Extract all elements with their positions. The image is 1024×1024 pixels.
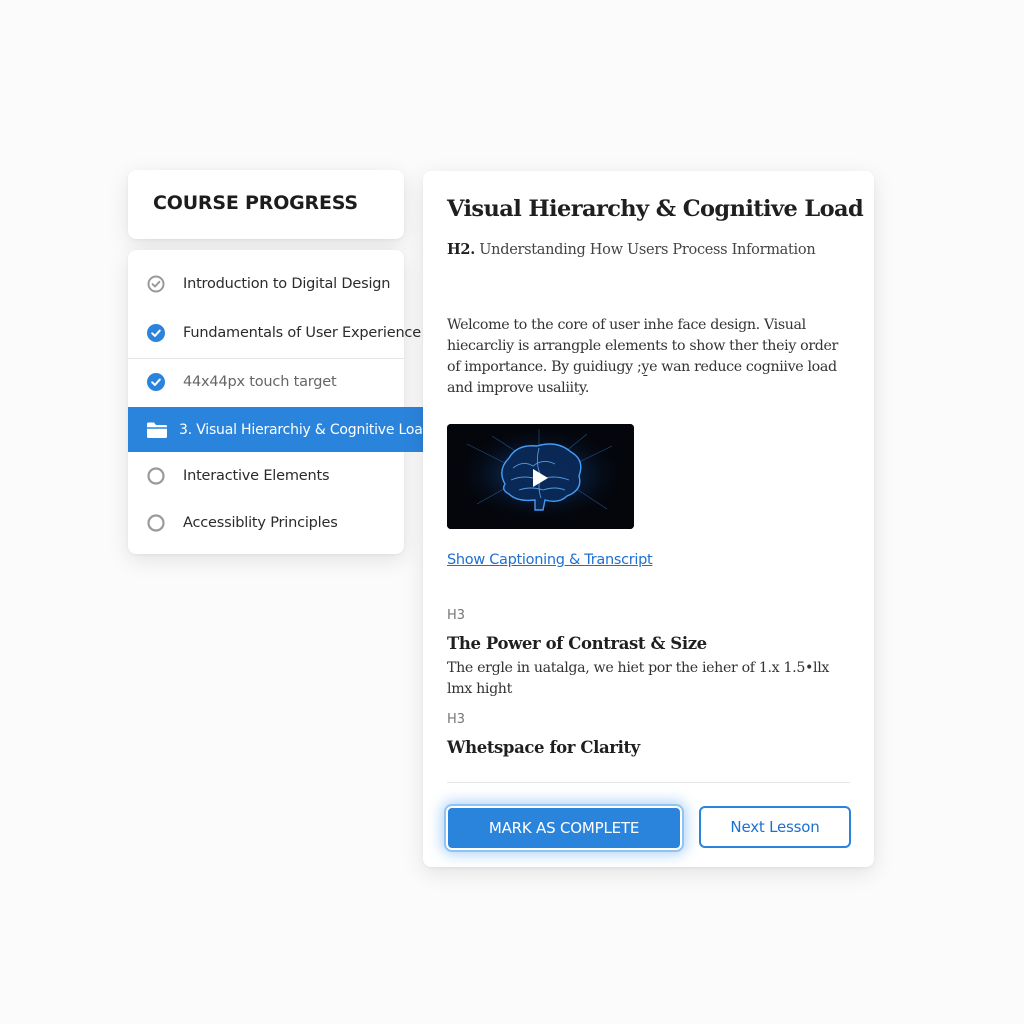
captions-transcript-link[interactable]: Show Captioning & Transcript — [447, 552, 653, 568]
footer-divider — [447, 782, 850, 783]
check-circle-filled-icon — [147, 324, 165, 342]
video-player[interactable] — [447, 424, 634, 529]
lesson-item-intro[interactable]: Introduction to Digital Design — [128, 262, 404, 306]
lesson-subtitle: H2. Understanding How Users Process Info… — [447, 241, 816, 258]
section-tag: H3 — [447, 608, 466, 623]
lesson-label: Introduction to Digital Design — [183, 276, 391, 292]
lesson-item-accessibility[interactable]: Accessiblity Principles — [128, 501, 404, 545]
check-circle-outline-icon — [147, 275, 165, 293]
course-progress-header-card: COURSE PROGRESS — [128, 170, 404, 239]
lesson-item-ux-fundamentals[interactable]: Fundamentals of User Experience — [128, 311, 421, 355]
lesson-item-touch-target[interactable]: 44x44px touch target — [128, 360, 404, 404]
lesson-label: 3. Visual Hierarchiy & Cognitive Load — [179, 421, 432, 438]
subtitle-tag: H2. — [447, 241, 475, 258]
section-heading-whitespace: Whetspace for Clarity — [447, 738, 640, 757]
subtitle-text: Understanding How Users Process Informat… — [479, 242, 816, 258]
brain-video-thumbnail — [447, 424, 634, 529]
section-body-contrast: The ergle in uatalga, we hiet por the ie… — [447, 660, 830, 697]
circle-outline-icon — [147, 514, 165, 532]
mark-complete-button[interactable]: MARK AS COMPLETE — [446, 806, 682, 850]
lesson-content-card: Visual Hierarchy & Cognitive Load H2. Un… — [423, 171, 874, 867]
course-progress-list: Introduction to Digital Design Fundament… — [128, 250, 432, 554]
circle-outline-icon — [147, 467, 165, 485]
lesson-label: Accessiblity Principles — [183, 515, 338, 531]
section-tag: H3 — [447, 712, 466, 727]
intro-paragraph: Welcome to the core of user inhe face de… — [447, 317, 838, 396]
list-divider — [128, 358, 404, 359]
lesson-label: Fundamentals of User Experience — [183, 325, 421, 341]
lesson-item-current[interactable]: 3. Visual Hierarchiy & Cognitive Load — [128, 407, 432, 452]
section-heading-contrast: The Power of Contrast & Size — [447, 634, 707, 653]
next-lesson-button[interactable]: Next Lesson — [699, 806, 851, 848]
lesson-label: Interactive Elements — [183, 468, 330, 484]
lesson-label: 44x44px touch target — [183, 374, 337, 390]
lesson-item-interactive-elements[interactable]: Interactive Elements — [128, 454, 404, 498]
folder-icon — [147, 422, 167, 438]
lesson-title: Visual Hierarchy & Cognitive Load — [447, 196, 864, 222]
course-progress-title: COURSE PROGRESS — [153, 192, 358, 214]
check-circle-filled-icon — [147, 373, 165, 391]
